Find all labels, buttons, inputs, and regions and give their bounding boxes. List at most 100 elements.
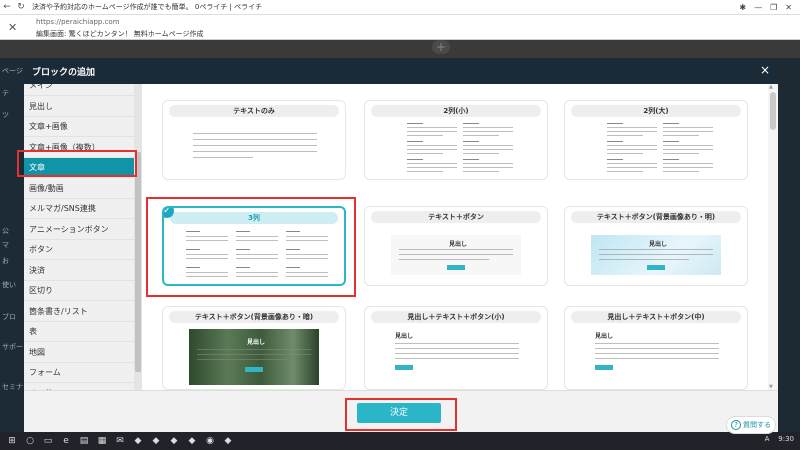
system-tray: A 9:30 — [765, 435, 794, 443]
sidebar-label[interactable]: 公 — [2, 226, 24, 236]
back-icon[interactable]: ← — [0, 2, 14, 12]
sidebar-label[interactable]: サポー — [2, 342, 24, 352]
scroll-thumb[interactable] — [135, 152, 141, 372]
app-icon[interactable]: ◆ — [150, 435, 162, 447]
thumb-text-line — [286, 231, 300, 232]
category-item[interactable]: 文章+画像（複数） — [24, 138, 134, 158]
block-thumbnail — [164, 228, 344, 284]
extension-icon[interactable]: ✱ — [739, 3, 746, 12]
maximize-icon[interactable]: ❐ — [770, 3, 777, 12]
task-view-icon[interactable]: ▭ — [42, 435, 54, 447]
windows-start-icon[interactable]: ⊞ — [6, 435, 18, 447]
thumb-text-line — [463, 141, 479, 142]
thumb-text-line — [607, 153, 643, 154]
window-close-icon[interactable]: ✕ — [785, 3, 792, 12]
thumb-text-line — [286, 254, 328, 255]
thumb-text-line — [286, 276, 328, 277]
block-thumbnail: 見出し — [365, 327, 547, 387]
add-block-icon[interactable]: + — [432, 40, 450, 54]
category-scrollbar[interactable] — [134, 84, 142, 390]
category-item[interactable]: 文章 — [24, 158, 134, 178]
sidebar-label[interactable]: お — [2, 256, 24, 266]
sidebar-label[interactable]: テ — [2, 88, 24, 98]
app-icon[interactable]: ◆ — [186, 435, 198, 447]
thumb-text-line — [463, 131, 513, 132]
thumb-text-line — [193, 157, 253, 158]
decide-button[interactable]: 決定 — [357, 403, 441, 423]
thumb-heading: 見出し — [649, 241, 668, 248]
category-item[interactable]: 見出し — [24, 97, 134, 117]
thumb-text-line — [663, 141, 679, 142]
ime-indicator[interactable]: A — [765, 435, 770, 443]
thumb-text-line — [663, 131, 713, 132]
category-item[interactable]: 表 — [24, 322, 134, 342]
sidebar-label[interactable]: セミナ — [2, 382, 24, 392]
thumb-text-line — [407, 141, 423, 142]
url-text[interactable]: https://peraichiapp.com — [36, 18, 120, 26]
chrome-icon[interactable]: ◉ — [204, 435, 216, 447]
edge-icon[interactable]: e — [60, 435, 72, 447]
category-item[interactable]: フォーム — [24, 363, 134, 383]
category-item[interactable]: 地図 — [24, 343, 134, 363]
category-item[interactable]: 文章+画像 — [24, 117, 134, 137]
block-thumbnail — [365, 121, 547, 179]
thumb-text-line — [395, 343, 519, 344]
category-item[interactable]: アニメーションボタン — [24, 220, 134, 240]
sidebar-label[interactable]: ツ — [2, 110, 24, 120]
thumb-text-line — [663, 135, 699, 136]
category-item[interactable]: メイン — [24, 84, 134, 96]
thumb-text-line — [463, 135, 499, 136]
category-item[interactable]: 決済 — [24, 261, 134, 281]
sidebar-label[interactable]: ページ — [2, 66, 24, 76]
thumb-text-line — [186, 267, 200, 268]
app-icon[interactable]: ◆ — [168, 435, 180, 447]
modal-close-icon[interactable]: × — [760, 63, 770, 77]
grid-scrollbar[interactable]: ▲ ▼ — [768, 84, 778, 390]
sidebar-label[interactable]: マ — [2, 240, 24, 250]
help-button[interactable]: ? 質問する — [726, 416, 776, 434]
thumb-heading: 見出し — [449, 241, 468, 248]
reload-icon[interactable]: ↻ — [14, 2, 28, 12]
category-item[interactable]: 区切り — [24, 281, 134, 301]
thumb-text-line — [595, 343, 719, 344]
category-item[interactable]: 画像/動画 — [24, 179, 134, 199]
sidebar-label[interactable]: ブロ — [2, 312, 24, 322]
explorer-icon[interactable]: ▤ — [78, 435, 90, 447]
block-card[interactable]: ✓ 3列 — [162, 206, 346, 286]
scroll-thumb[interactable] — [770, 92, 776, 130]
category-item[interactable]: ボタン — [24, 240, 134, 260]
category-item[interactable]: 箇条書き/リスト — [24, 302, 134, 322]
thumb-heading: 見出し — [595, 333, 614, 340]
thumb-text-line — [663, 127, 713, 128]
store-icon[interactable]: ▦ — [96, 435, 108, 447]
thumb-text-line — [193, 151, 317, 152]
thumb-button — [447, 265, 465, 270]
block-card[interactable]: 2列(大) — [564, 100, 748, 180]
block-card[interactable]: 見出し＋テキスト＋ボタン(小) 見出し — [364, 306, 548, 390]
category-item[interactable]: メルマガ/SNS連携 — [24, 199, 134, 219]
block-card[interactable]: テキスト＋ボタン(背景画像あり・明) 見出し — [564, 206, 748, 286]
app-icon[interactable]: ◆ — [132, 435, 144, 447]
thumb-text-line — [186, 276, 228, 277]
block-card[interactable]: テキスト＋ボタン 見出し — [364, 206, 548, 286]
block-card[interactable]: 2列(小) — [364, 100, 548, 180]
app-icon[interactable]: ◆ — [222, 435, 234, 447]
scroll-up-icon[interactable]: ▲ — [769, 84, 773, 90]
search-icon[interactable]: ○ — [24, 435, 36, 447]
minimize-icon[interactable]: — — [754, 3, 762, 12]
thumb-text-line — [286, 249, 300, 250]
thumb-text-line — [663, 149, 713, 150]
block-card[interactable]: テキスト＋ボタン(背景画像あり・暗) 見出し — [162, 306, 346, 390]
modal-footer: 決定 — [24, 390, 778, 432]
mail-icon[interactable]: ✉ — [114, 435, 126, 447]
thumb-text-line — [236, 267, 250, 268]
sidebar-label[interactable]: 使い — [2, 280, 24, 290]
close-icon[interactable]: ✕ — [8, 21, 17, 34]
thumb-text-line — [197, 349, 311, 350]
block-card[interactable]: テキストのみ — [162, 100, 346, 180]
thumb-text-line — [663, 167, 713, 168]
thumb-text-line — [607, 145, 657, 146]
thumb-text-line — [463, 149, 513, 150]
thumb-text-line — [463, 167, 513, 168]
block-card[interactable]: 見出し＋テキスト＋ボタン(中) 見出し — [564, 306, 748, 390]
